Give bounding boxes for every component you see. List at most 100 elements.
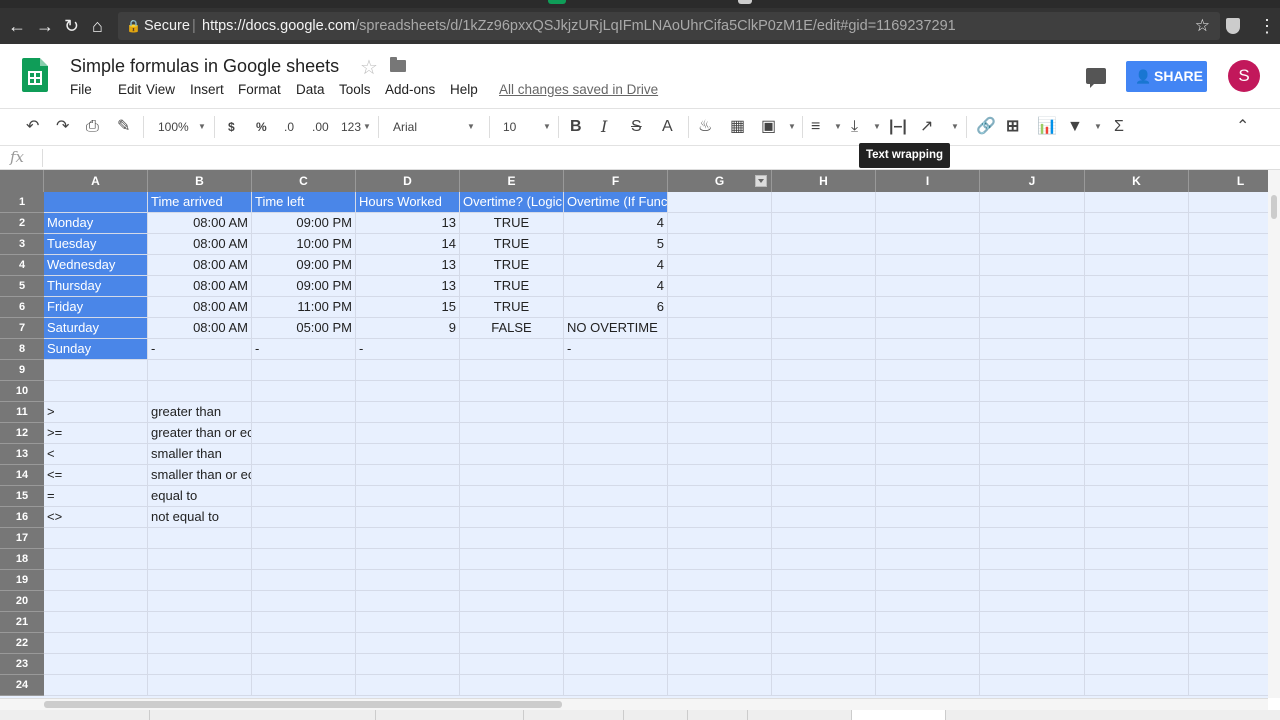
chevron-down-icon[interactable]: ▼	[873, 109, 881, 145]
column-header-d[interactable]: D	[356, 170, 460, 192]
cell-i21[interactable]	[876, 612, 980, 633]
cell-l2[interactable]	[1189, 213, 1268, 234]
cell-j23[interactable]	[980, 654, 1085, 675]
cell-b4[interactable]: 08:00 AM	[148, 255, 252, 276]
cell-h21[interactable]	[772, 612, 876, 633]
cell-h13[interactable]	[772, 444, 876, 465]
cell-b3[interactable]: 08:00 AM	[148, 234, 252, 255]
cell-e14[interactable]	[460, 465, 564, 486]
cell-f9[interactable]	[564, 360, 668, 381]
cell-b14[interactable]: smaller than or ec	[148, 465, 252, 486]
menu-insert[interactable]: Insert	[190, 82, 224, 97]
cell-d24[interactable]	[356, 675, 460, 696]
column-header-c[interactable]: C	[252, 170, 356, 192]
column-header-i[interactable]: I	[876, 170, 980, 192]
cell-b2[interactable]: 08:00 AM	[148, 213, 252, 234]
cell-g20[interactable]	[668, 591, 772, 612]
currency-format-button[interactable]: $	[228, 109, 235, 145]
cell-l10[interactable]	[1189, 381, 1268, 402]
cell-h24[interactable]	[772, 675, 876, 696]
cell-j17[interactable]	[980, 528, 1085, 549]
cell-b20[interactable]	[148, 591, 252, 612]
sheet-tab[interactable]	[524, 710, 624, 720]
cell-i2[interactable]	[876, 213, 980, 234]
cell-j1[interactable]	[980, 192, 1085, 213]
cell-g21[interactable]	[668, 612, 772, 633]
cell-b10[interactable]	[148, 381, 252, 402]
cell-h6[interactable]	[772, 297, 876, 318]
cell-j5[interactable]	[980, 276, 1085, 297]
column-header-b[interactable]: B	[148, 170, 252, 192]
row-header-18[interactable]: 18	[0, 549, 44, 570]
merge-cells-icon[interactable]: ▣	[761, 109, 776, 145]
cell-j15[interactable]	[980, 486, 1085, 507]
text-rotation-icon[interactable]: ↗	[920, 109, 933, 145]
horizontal-scroll-thumb[interactable]	[44, 701, 562, 708]
row-header-13[interactable]: 13	[0, 444, 44, 465]
cell-a13[interactable]: <	[44, 444, 148, 465]
cell-c1[interactable]: Time left	[252, 192, 356, 213]
cell-k10[interactable]	[1085, 381, 1189, 402]
cell-c5[interactable]: 09:00 PM	[252, 276, 356, 297]
cell-c2[interactable]: 09:00 PM	[252, 213, 356, 234]
cell-a22[interactable]	[44, 633, 148, 654]
column-header-l[interactable]: L	[1189, 170, 1268, 192]
cell-l4[interactable]	[1189, 255, 1268, 276]
cell-b15[interactable]: equal to	[148, 486, 252, 507]
cell-i13[interactable]	[876, 444, 980, 465]
cell-k16[interactable]	[1085, 507, 1189, 528]
reload-icon[interactable]: ↻	[64, 16, 79, 36]
cell-b24[interactable]	[148, 675, 252, 696]
cell-j7[interactable]	[980, 318, 1085, 339]
cell-c20[interactable]	[252, 591, 356, 612]
cell-a6[interactable]: Friday	[44, 297, 148, 318]
cell-e13[interactable]	[460, 444, 564, 465]
cell-f10[interactable]	[564, 381, 668, 402]
back-icon[interactable]: ←	[8, 16, 26, 36]
borders-icon[interactable]: ▦	[730, 109, 745, 145]
cell-b23[interactable]	[148, 654, 252, 675]
cell-g8[interactable]	[668, 339, 772, 360]
cell-h4[interactable]	[772, 255, 876, 276]
chevron-down-icon[interactable]: ▼	[951, 109, 959, 145]
font-size-select[interactable]: 10	[503, 109, 516, 145]
cell-l22[interactable]	[1189, 633, 1268, 654]
cell-d12[interactable]	[356, 423, 460, 444]
cell-b1[interactable]: Time arrived	[148, 192, 252, 213]
sheet-tab[interactable]	[108, 710, 150, 720]
cell-i20[interactable]	[876, 591, 980, 612]
strikethrough-button[interactable]: S	[631, 109, 642, 145]
cell-h18[interactable]	[772, 549, 876, 570]
redo-icon[interactable]: ↷	[56, 109, 69, 145]
cell-d1[interactable]: Hours Worked	[356, 192, 460, 213]
row-header-10[interactable]: 10	[0, 381, 44, 402]
cell-c22[interactable]	[252, 633, 356, 654]
cell-f20[interactable]	[564, 591, 668, 612]
cell-g18[interactable]	[668, 549, 772, 570]
cell-a5[interactable]: Thursday	[44, 276, 148, 297]
cell-e5[interactable]: TRUE	[460, 276, 564, 297]
cell-d21[interactable]	[356, 612, 460, 633]
cell-e23[interactable]	[460, 654, 564, 675]
column-header-f[interactable]: F	[564, 170, 668, 192]
cell-k9[interactable]	[1085, 360, 1189, 381]
cell-h8[interactable]	[772, 339, 876, 360]
cell-b18[interactable]	[148, 549, 252, 570]
cell-c7[interactable]: 05:00 PM	[252, 318, 356, 339]
url-text[interactable]: https://docs.google.com/spreadsheets/d/1…	[202, 12, 956, 40]
cell-a7[interactable]: Saturday	[44, 318, 148, 339]
column-header-k[interactable]: K	[1085, 170, 1189, 192]
cell-h16[interactable]	[772, 507, 876, 528]
cell-e9[interactable]	[460, 360, 564, 381]
cell-a3[interactable]: Tuesday	[44, 234, 148, 255]
cell-l19[interactable]	[1189, 570, 1268, 591]
cell-e17[interactable]	[460, 528, 564, 549]
cell-b21[interactable]	[148, 612, 252, 633]
row-header-6[interactable]: 6	[0, 297, 44, 318]
row-header-4[interactable]: 4	[0, 255, 44, 276]
cell-k20[interactable]	[1085, 591, 1189, 612]
row-header-15[interactable]: 15	[0, 486, 44, 507]
cell-h20[interactable]	[772, 591, 876, 612]
cell-l24[interactable]	[1189, 675, 1268, 696]
chevron-down-icon[interactable]: ▼	[788, 109, 796, 145]
